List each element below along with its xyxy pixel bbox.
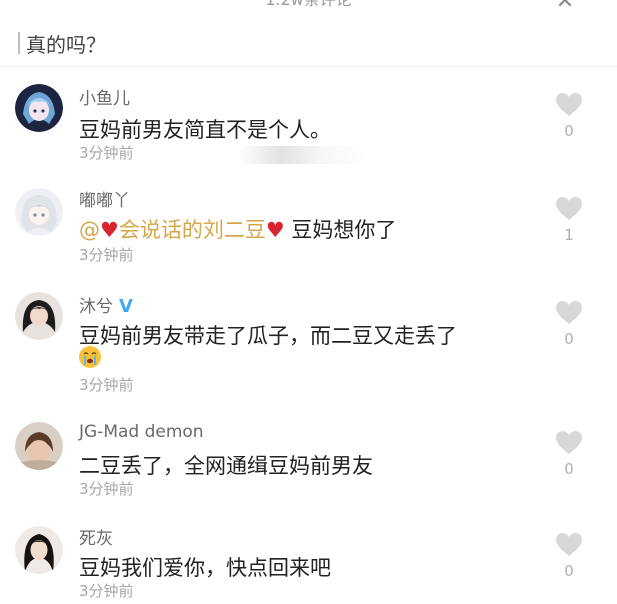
avatar[interactable] [15, 526, 63, 574]
comment-time: 3分钟前 [79, 246, 134, 264]
comment-time: 3分钟前 [79, 480, 134, 498]
watermark-blur [238, 146, 366, 164]
comment-item: 小鱼儿 豆妈前男友简直不是个人。 3分钟前 0 [0, 78, 617, 188]
like-count: 0 [564, 122, 574, 140]
heart-icon [556, 93, 582, 116]
comment-count-title: 1.2w条评论 [0, 0, 617, 12]
comment-username[interactable]: 嘟嘟丫 [79, 186, 130, 211]
like-button[interactable]: 0 [552, 532, 586, 580]
close-button[interactable]: ✕ [553, 0, 577, 14]
comment-content: 豆妈我们爱你，快点回来吧 [79, 556, 331, 580]
divider [0, 66, 617, 67]
comment-username[interactable]: JG-Mad demon [79, 422, 204, 442]
verified-badge-icon: V [119, 296, 133, 317]
avatar[interactable] [15, 84, 63, 132]
girl-dark-hair-avatar-icon [15, 292, 63, 340]
like-count: 1 [564, 226, 574, 244]
avatar[interactable] [15, 188, 63, 236]
comment-content: 豆妈前男友简直不是个人。 [79, 118, 331, 142]
like-button[interactable]: 1 [552, 196, 586, 244]
comment-username[interactable]: 死灰 [79, 524, 113, 549]
comment-item: 嘟嘟丫 @♥会说话的刘二豆♥ 豆妈想你了 3分钟前 1 [0, 180, 617, 290]
avatar[interactable] [15, 292, 63, 340]
comment-time: 3分钟前 [79, 582, 134, 600]
like-count: 0 [564, 562, 574, 580]
comment-username[interactable]: 小鱼儿 [79, 84, 130, 109]
boy-photo-avatar-icon [15, 422, 63, 470]
mention-at: @ [79, 218, 100, 242]
comment-content: 二豆丢了，全网通缉豆妈前男友 [79, 454, 373, 478]
heart-icon [556, 197, 582, 220]
avatar[interactable] [15, 422, 63, 470]
heart-icon [556, 301, 582, 324]
comment-panel: 1.2w条评论 ✕ 真的吗？ 小鱼儿 豆妈前男友简直不是个人。 3分钟前 0 [0, 0, 617, 604]
comment-username-text[interactable]: 沐兮 [79, 297, 113, 317]
like-count: 0 [564, 460, 574, 478]
comment-item: 沐兮 V 豆妈前男友带走了瓜子，而二豆又走丢了 3分钟前 0 [0, 286, 617, 396]
comment-time: 3分钟前 [79, 144, 134, 162]
heart-icon [556, 431, 582, 454]
heart-emoji: ♥ [265, 218, 285, 242]
comment-item: JG-Mad demon 二豆丢了，全网通缉豆妈前男友 3分钟前 0 [0, 416, 617, 526]
comment-content: @♥会说话的刘二豆♥ 豆妈想你了 [79, 214, 396, 244]
heart-icon [556, 533, 582, 556]
anime-blue-hair-avatar-icon [15, 84, 63, 132]
girl-long-hair-avatar-icon [15, 526, 63, 574]
comment-input-text: 真的吗？ [26, 32, 106, 57]
like-count: 0 [564, 330, 574, 348]
like-button[interactable]: 0 [552, 300, 586, 348]
text-cursor [18, 32, 20, 54]
like-button[interactable]: 0 [552, 430, 586, 478]
anime-white-hair-avatar-icon [15, 188, 63, 236]
like-button[interactable]: 0 [552, 92, 586, 140]
crying-face-emoji-icon [79, 346, 101, 368]
comment-input[interactable]: 真的吗？ [18, 26, 578, 60]
heart-emoji: ♥ [100, 218, 119, 242]
comment-time: 3分钟前 [79, 376, 134, 394]
comment-content-text: 豆妈想你了 [284, 218, 397, 242]
comment-item: 死灰 豆妈我们爱你，快点回来吧 3分钟前 0 [0, 520, 617, 604]
comment-username[interactable]: 沐兮 V [79, 292, 133, 317]
comment-content: 豆妈前男友带走了瓜子，而二豆又走丢了 [79, 324, 457, 348]
mention-link[interactable]: 会说话的刘二豆 [119, 218, 266, 242]
